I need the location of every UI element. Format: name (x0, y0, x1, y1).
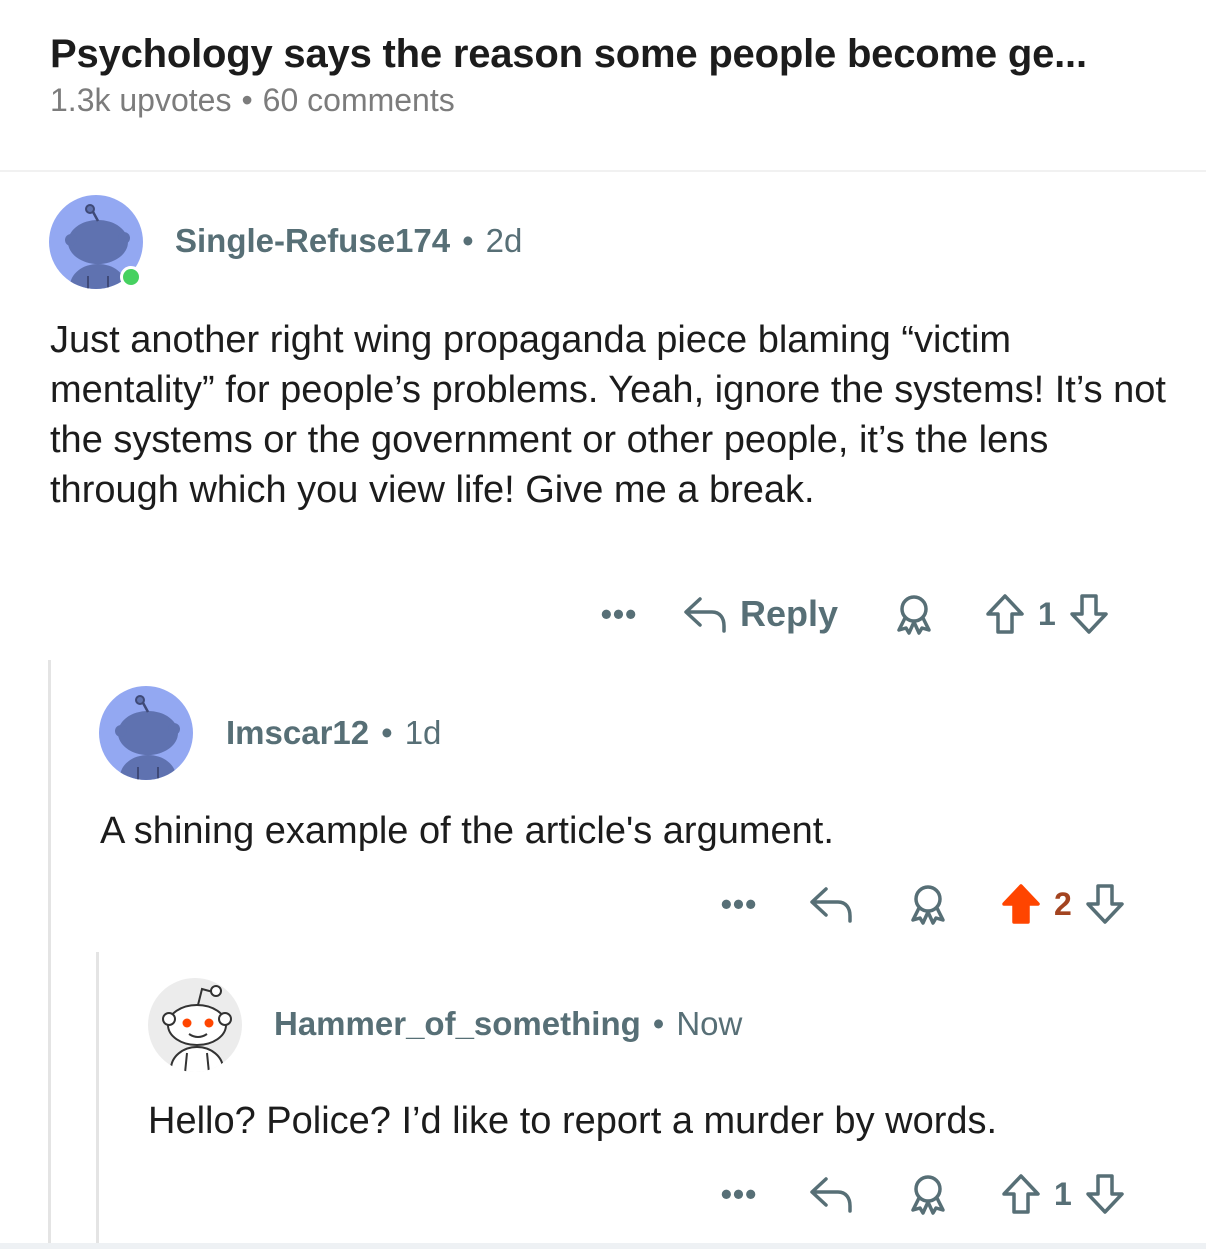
comment-age: 1d (404, 714, 442, 751)
upvote-button[interactable] (984, 592, 1026, 636)
more-options-button[interactable]: ••• (594, 596, 644, 633)
downvote-arrow-icon (1070, 594, 1108, 634)
username[interactable]: Hammer_of_something (274, 1005, 641, 1042)
comment-count: 60 comments (262, 82, 455, 118)
avatar[interactable] (147, 977, 243, 1073)
upvote-arrow-icon (1002, 1174, 1040, 1214)
reply-label: Reply (740, 593, 839, 634)
post-meta: 1.3k upvotes • 60 comments (50, 82, 455, 119)
award-icon (897, 595, 931, 635)
reply-arrow-icon (684, 597, 726, 633)
comment-age: Now (676, 1005, 743, 1042)
award-icon (911, 885, 945, 925)
comment-body: Hello? Police? I’d like to report a murd… (148, 1100, 998, 1142)
thread-line-level-1[interactable] (48, 660, 51, 1243)
username[interactable]: Imscar12 (226, 714, 369, 751)
reply-arrow-icon (810, 887, 852, 923)
snoo-avatar-icon (148, 978, 242, 1072)
upvote-button-active[interactable] (1000, 882, 1042, 926)
award-button[interactable] (892, 592, 936, 636)
comment-author-line: Hammer_of_something • Now (274, 1005, 742, 1043)
downvote-button[interactable] (1084, 882, 1126, 926)
comment-actions: ••• 2 (714, 879, 1126, 929)
post-title[interactable]: Psychology says the reason some people b… (50, 32, 1087, 77)
vote-score: 1 (1038, 595, 1056, 632)
reply-button[interactable]: Reply (682, 593, 838, 635)
vote-score: 1 (1054, 1175, 1072, 1212)
meta-separator: • (381, 714, 393, 751)
upvote-button[interactable] (1000, 1172, 1042, 1216)
comment-body: A shining example of the article's argum… (100, 810, 834, 852)
award-button[interactable] (906, 1172, 950, 1216)
comment-body: Just another right wing propaganda piece… (50, 319, 1166, 511)
upvote-arrow-filled-icon (1002, 884, 1040, 924)
upvote-arrow-icon (986, 594, 1024, 634)
downvote-button[interactable] (1084, 1172, 1126, 1216)
comment-age: 2d (485, 222, 523, 259)
comment-actions: ••• Reply 1 (594, 589, 1110, 639)
more-options-button[interactable]: ••• (714, 886, 764, 923)
thread-line-level-2[interactable] (96, 952, 99, 1243)
avatar[interactable] (98, 685, 194, 781)
meta-separator: • (652, 1005, 665, 1042)
avatar[interactable] (48, 194, 144, 290)
meta-separator: • (241, 82, 253, 118)
reply-arrow-icon (810, 1177, 852, 1213)
snoo-avatar-icon (99, 686, 193, 780)
upvote-count: 1.3k upvotes (50, 82, 232, 118)
comment-author-line: Imscar12 • 1d (226, 714, 441, 752)
award-icon (911, 1175, 945, 1215)
reply-button[interactable] (808, 883, 854, 925)
downvote-arrow-icon (1086, 1174, 1124, 1214)
online-status-indicator (120, 266, 142, 288)
downvote-arrow-icon (1086, 884, 1124, 924)
more-options-button[interactable]: ••• (714, 1176, 764, 1213)
comment-actions: ••• 1 (714, 1169, 1126, 1219)
reply-button[interactable] (808, 1173, 854, 1215)
award-button[interactable] (906, 882, 950, 926)
comment-author-line: Single-Refuse174 • 2d (175, 222, 522, 260)
comment-thread-page: Psychology says the reason some people b… (0, 0, 1206, 1249)
meta-separator: • (462, 222, 474, 259)
vote-score: 2 (1054, 885, 1072, 922)
post-header[interactable]: Psychology says the reason some people b… (0, 0, 1206, 172)
username[interactable]: Single-Refuse174 (175, 222, 450, 259)
downvote-button[interactable] (1068, 592, 1110, 636)
bottom-divider (0, 1243, 1206, 1249)
